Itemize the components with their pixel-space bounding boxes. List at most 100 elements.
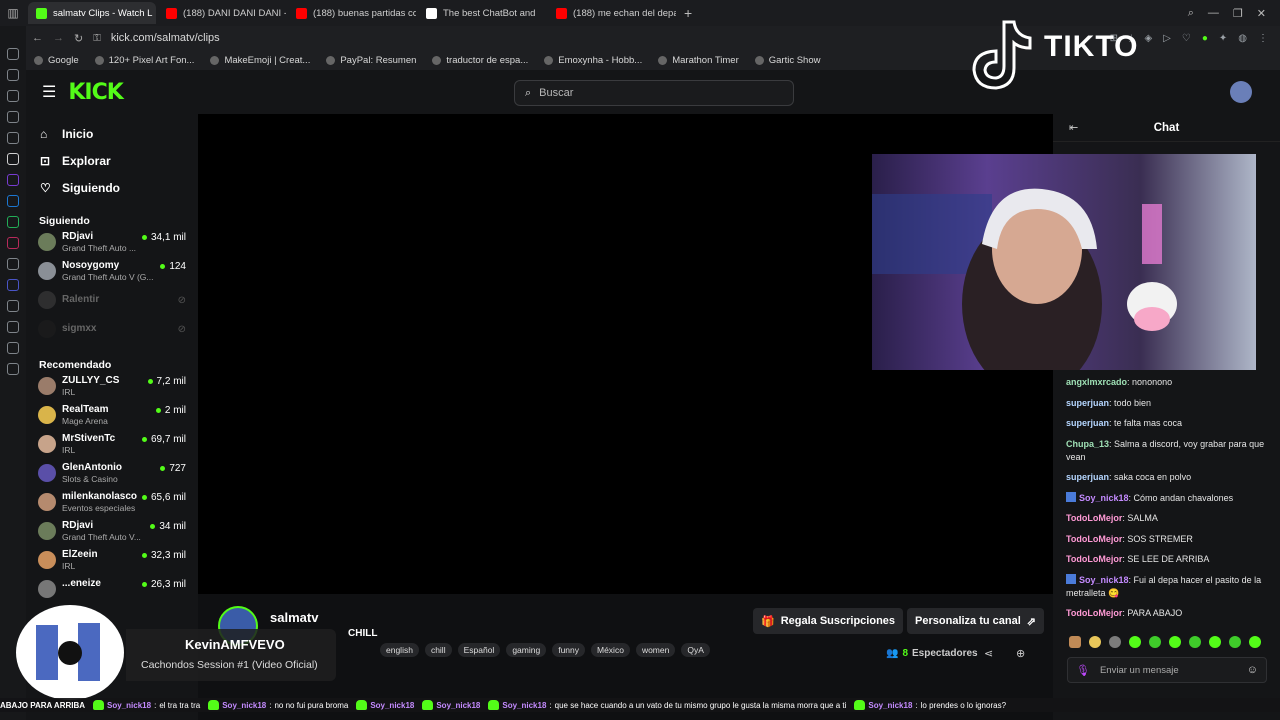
sidebar-channel[interactable]: Nosoygomy Grand Theft Auto V (G... 124 xyxy=(26,260,198,289)
user-avatar[interactable] xyxy=(1230,81,1252,103)
whatsapp-icon[interactable] xyxy=(7,216,19,228)
emoji-picker-icon[interactable]: ☺ xyxy=(1247,664,1258,676)
news-icon[interactable] xyxy=(7,111,19,123)
gift-subs-button[interactable]: 🎁 Regala Suscripciones xyxy=(753,608,904,634)
browser-tab[interactable]: (188) me echan del depar xyxy=(548,2,676,24)
kick-logo[interactable]: KICK xyxy=(68,80,123,105)
stream-tag[interactable]: QyA xyxy=(681,643,710,657)
settings-icon[interactable] xyxy=(7,363,19,375)
bookmark-item[interactable]: Emoxynha - Hobb... xyxy=(544,55,642,66)
kick-app-icon[interactable] xyxy=(7,153,19,165)
emote-icon[interactable] xyxy=(1189,636,1201,648)
bookmark-item[interactable]: MakeEmoji | Creat... xyxy=(210,55,310,66)
bookmark-item[interactable]: 120+ Pixel Art Fon... xyxy=(94,55,194,66)
x-icon[interactable] xyxy=(7,258,19,270)
chat-username[interactable]: Soy_nick18 xyxy=(1079,493,1129,503)
sidebar-toggle-icon[interactable]: ▥ xyxy=(0,0,26,26)
messenger-icon[interactable] xyxy=(7,195,19,207)
stream-tag[interactable]: women xyxy=(635,643,676,657)
chat-username[interactable]: superjuan xyxy=(1066,472,1109,482)
chat-username[interactable]: Soy_nick18 xyxy=(1079,575,1129,585)
bookmark-item[interactable]: Marathon Timer xyxy=(658,55,739,66)
emote-icon[interactable] xyxy=(1149,636,1161,648)
menu-icon[interactable]: ⋮ xyxy=(1258,33,1268,44)
emote-icon[interactable] xyxy=(1209,636,1221,648)
forward-icon[interactable]: → xyxy=(53,32,64,44)
close-window-icon[interactable]: ✕ xyxy=(1257,7,1266,20)
site-info-icon[interactable]: ⚿ xyxy=(93,33,101,44)
sidebar-channel[interactable]: Ralentir ⊘ xyxy=(26,289,198,318)
browser-tab[interactable]: (188) buenas partidas co xyxy=(288,2,416,24)
share-icon[interactable]: ⋖ xyxy=(984,647,993,660)
chat-username[interactable]: superjuan xyxy=(1066,398,1109,408)
browser-tab[interactable]: (188) DANI DANI DANI - Y xyxy=(158,2,286,24)
emote-icon[interactable] xyxy=(1089,636,1101,648)
stream-tag[interactable]: funny xyxy=(552,643,585,657)
browser-tab[interactable]: The best ChatBot and xyxy=(418,2,546,24)
chat-username[interactable]: TodoLoMejor xyxy=(1066,554,1122,564)
sidebar-channel[interactable]: ZULLYY_CS IRL 7,2 mil xyxy=(26,375,198,404)
nav-item-siguiendo[interactable]: ♡ Siguiendo xyxy=(26,174,198,201)
timer-icon[interactable] xyxy=(7,342,19,354)
chat-username[interactable]: TodoLoMejor xyxy=(1066,608,1122,618)
bookmark-item[interactable]: traductor de espa... xyxy=(432,55,528,66)
stream-tag[interactable]: english xyxy=(380,643,419,657)
play-icon[interactable]: ▷ xyxy=(1163,33,1171,44)
chat-username[interactable]: angxlmxrcado xyxy=(1066,377,1127,387)
emote-icon[interactable] xyxy=(1229,636,1241,648)
maximize-icon[interactable]: ❐ xyxy=(1233,7,1243,20)
stream-tag[interactable]: gaming xyxy=(506,643,547,657)
search-box[interactable]: ⌕ Buscar xyxy=(514,80,794,106)
media-icon[interactable] xyxy=(7,132,19,144)
sidebar-channel[interactable]: ...eneize 26,3 mil xyxy=(26,578,198,607)
collapse-chat-icon[interactable]: ⇤ xyxy=(1069,121,1078,134)
vpn-icon[interactable] xyxy=(7,300,19,312)
back-icon[interactable]: ← xyxy=(32,32,43,44)
hamburger-icon[interactable]: ☰ xyxy=(42,82,56,102)
search-tabs-icon[interactable]: ⌕ xyxy=(1188,7,1194,20)
sidebar-channel[interactable]: RDjavi Grand Theft Auto V... 34 mil xyxy=(26,520,198,549)
mail-icon[interactable] xyxy=(7,48,19,60)
emote-icon[interactable] xyxy=(1069,636,1081,648)
bookmark-item[interactable]: PayPal: Resumen xyxy=(326,55,416,66)
sidebar-channel[interactable]: sigmxx ⊘ xyxy=(26,318,198,347)
new-tab-button[interactable]: + xyxy=(684,5,692,21)
sidebar-channel[interactable]: RealTeam Mage Arena 2 mil xyxy=(26,404,198,433)
chat-username[interactable]: superjuan xyxy=(1066,418,1109,428)
sidebar-channel[interactable]: RDjavi Grand Theft Auto ... 34,1 mil xyxy=(26,231,198,260)
nav-item-inicio[interactable]: ⌂ Inicio xyxy=(26,120,198,147)
sidebar-channel[interactable]: MrStivenTc IRL 69,7 mil xyxy=(26,433,198,462)
history-icon[interactable] xyxy=(7,69,19,81)
customize-channel-button[interactable]: Personaliza tu canal ⇗ xyxy=(907,608,1045,634)
url-field[interactable]: kick.com/salmatv/clips xyxy=(111,32,220,44)
twitch-icon[interactable] xyxy=(7,174,19,186)
chat-username[interactable]: TodoLoMejor xyxy=(1066,513,1122,523)
heart-ext-icon[interactable]: ♡ xyxy=(1182,33,1191,44)
bookmark-item[interactable]: Google xyxy=(34,55,79,66)
emote-icon[interactable] xyxy=(1129,636,1141,648)
chat-username[interactable]: Chupa_13 xyxy=(1066,439,1109,449)
pin-icon[interactable] xyxy=(7,321,19,333)
search-input[interactable]: Buscar xyxy=(539,87,573,99)
emote-icon[interactable] xyxy=(1169,636,1181,648)
sidebar-channel[interactable]: ElZeein IRL 32,3 mil xyxy=(26,549,198,578)
chat-input[interactable]: Enviar un mensaje xyxy=(1100,665,1179,676)
minimize-icon[interactable]: — xyxy=(1208,7,1219,20)
emote-icon[interactable] xyxy=(1249,636,1261,648)
puzzle-icon[interactable]: ✦ xyxy=(1219,33,1227,44)
stream-tag[interactable]: Español xyxy=(457,643,501,657)
profile-icon[interactable]: ◍ xyxy=(1238,33,1247,44)
stream-tag[interactable]: chill xyxy=(424,643,452,657)
bookmark-item[interactable]: Gartic Show xyxy=(754,55,821,66)
reload-icon[interactable]: ↻ xyxy=(74,32,83,45)
browser-tab[interactable]: salmatv Clips - Watch L xyxy=(28,2,156,24)
wallet-icon[interactable] xyxy=(7,90,19,102)
chat-username[interactable]: TodoLoMejor xyxy=(1066,534,1122,544)
emote-icon[interactable] xyxy=(1109,636,1121,648)
ext-green-icon[interactable]: ● xyxy=(1202,33,1208,44)
sidebar-channel[interactable]: GlenAntonio Slots & Casino 727 xyxy=(26,462,198,491)
stream-tag[interactable]: México xyxy=(591,643,630,657)
nav-item-explorar[interactable]: ⊡ Explorar xyxy=(26,147,198,174)
sidebar-channel[interactable]: milenkanolasco Eventos especiales 65,6 mil xyxy=(26,491,198,520)
discord-icon[interactable] xyxy=(7,279,19,291)
